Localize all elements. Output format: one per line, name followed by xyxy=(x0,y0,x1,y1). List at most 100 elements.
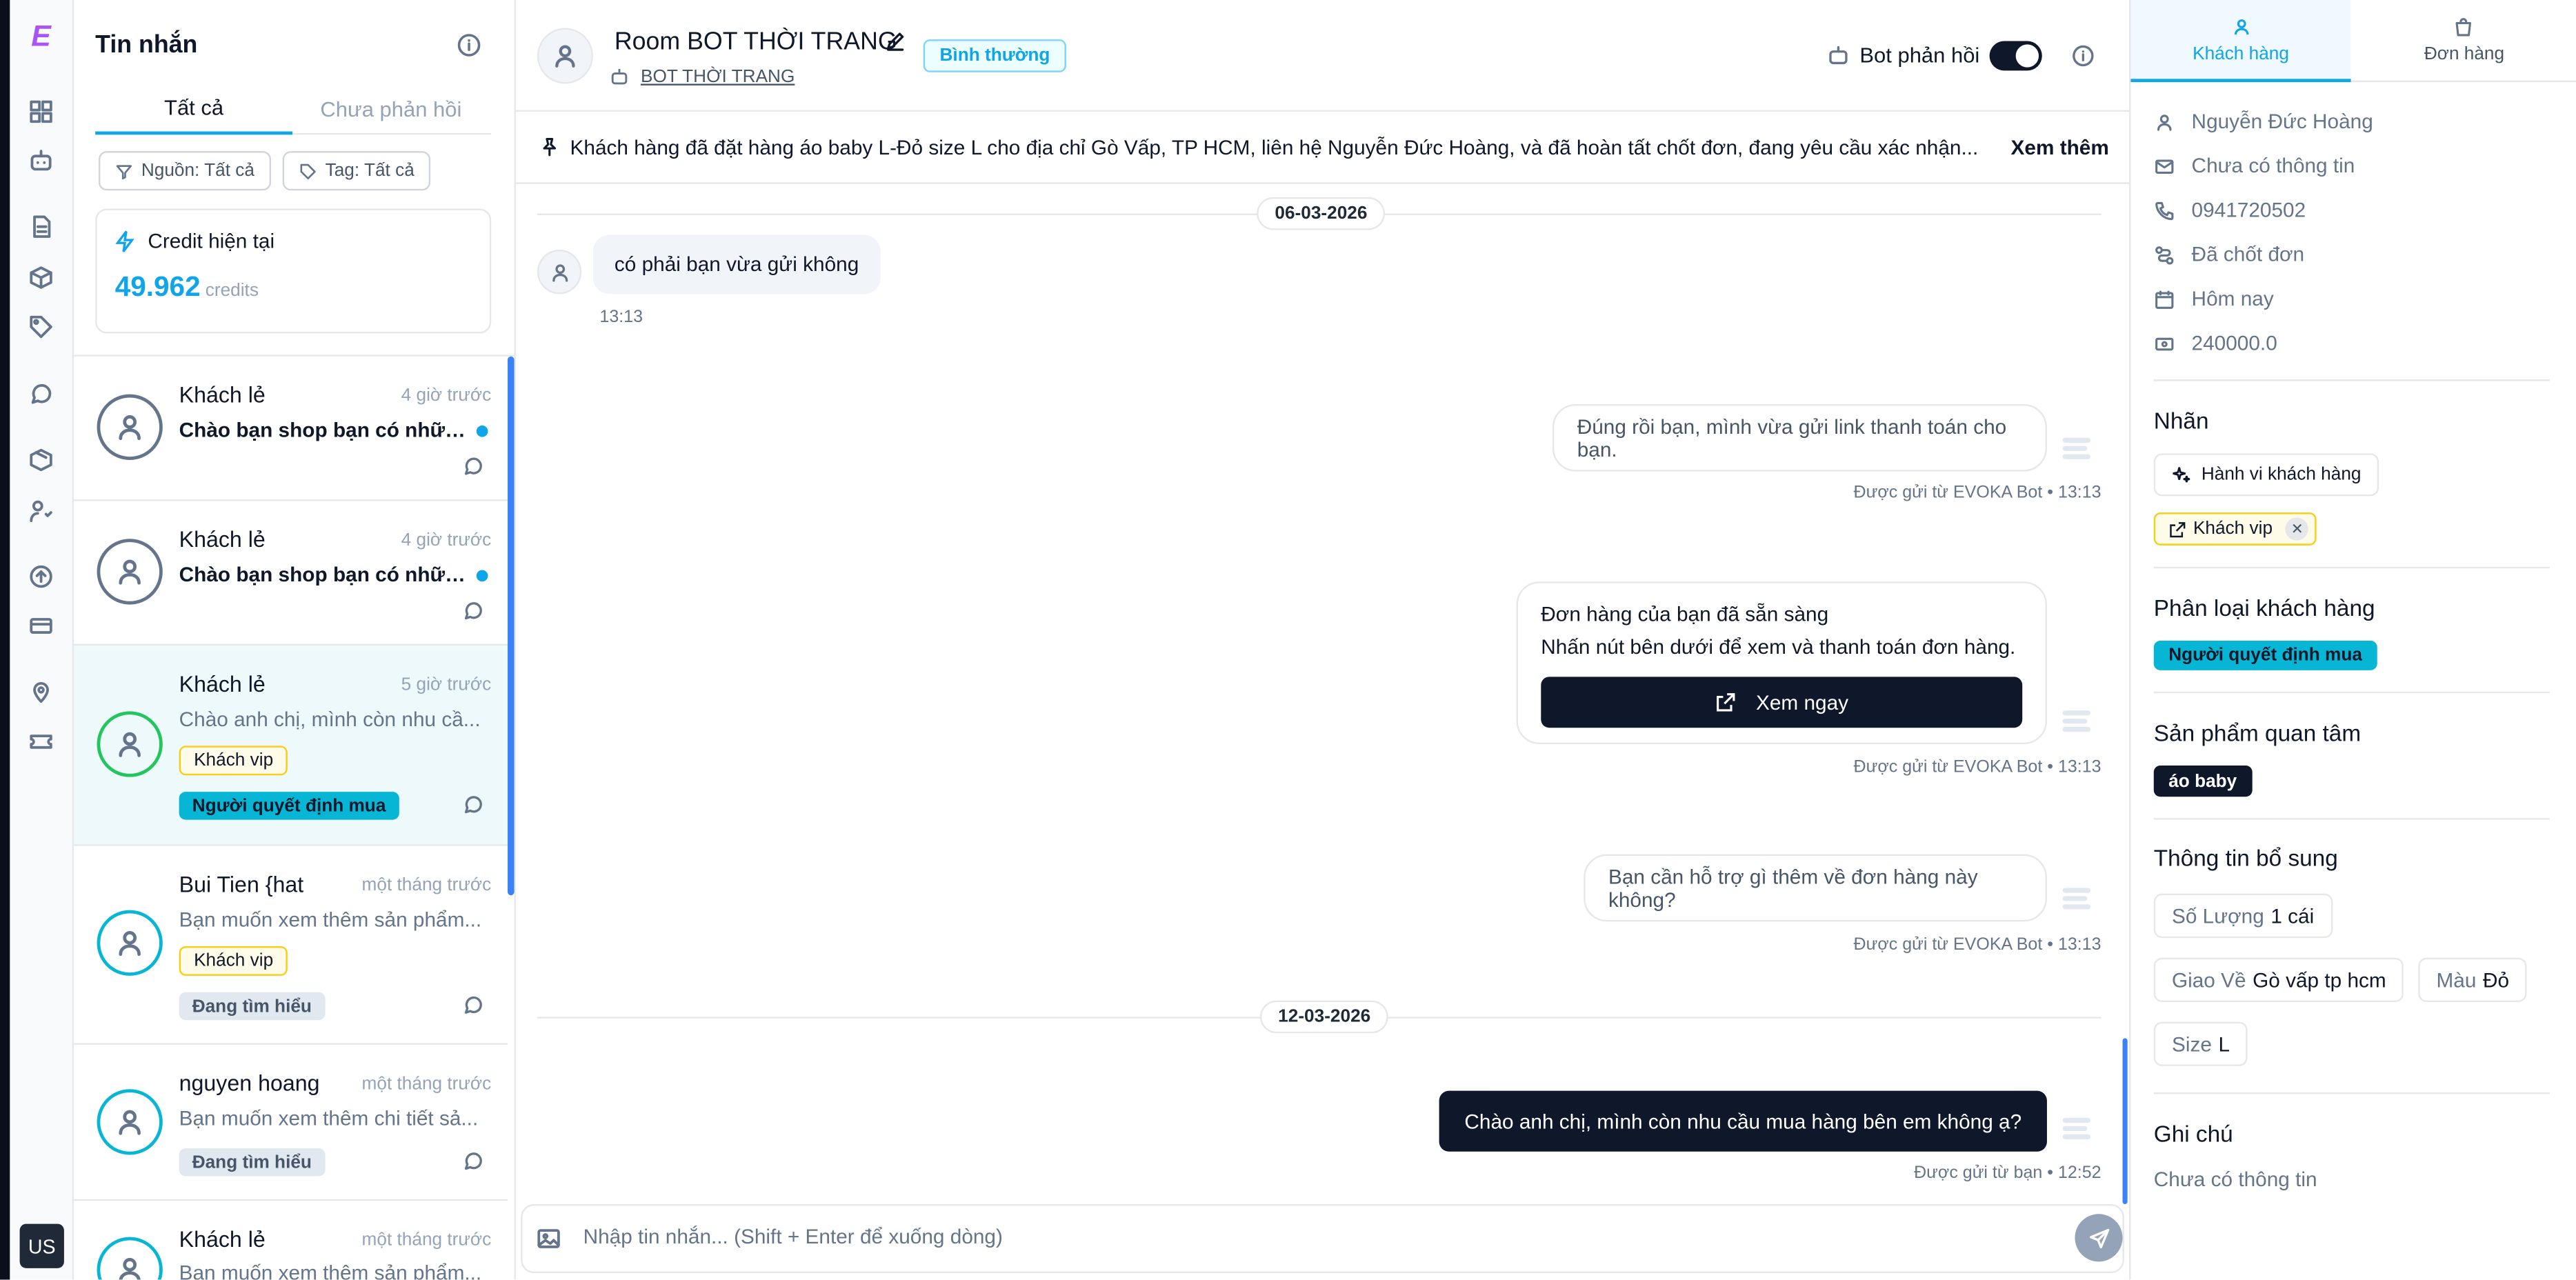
bot-icon[interactable] xyxy=(28,148,54,174)
phone-icon xyxy=(2155,201,2174,220)
conversation-preview: Bạn muốn xem thêm sản phẩm... xyxy=(179,1261,482,1280)
user-avatar[interactable]: US xyxy=(19,1223,64,1268)
user-icon xyxy=(2157,114,2172,130)
tab-customer[interactable]: Khách hàng xyxy=(2130,0,2351,83)
ticket-icon[interactable] xyxy=(28,728,54,754)
order-card-message: Đơn hàng của bạn đã sẵn sàng Nhấn nút bê… xyxy=(1516,581,2047,745)
card-icon[interactable] xyxy=(28,612,54,639)
room-title: Room BOT THỜI TRANG xyxy=(614,28,897,56)
inbox-title: Tin nhắn xyxy=(95,31,198,59)
conversation-item[interactable]: nguyen hoang một tháng trước Bạn muốn xe… xyxy=(74,1044,508,1201)
conversation-item[interactable]: Bui Tien {hat một tháng trước Bạn muốn x… xyxy=(74,846,508,1045)
conversation-time: một tháng trước xyxy=(361,1230,492,1250)
location-icon[interactable] xyxy=(28,679,54,705)
sender-avatar xyxy=(537,250,582,294)
header-divider xyxy=(515,110,2130,112)
pinned-divider xyxy=(515,182,2130,184)
image-icon[interactable] xyxy=(536,1226,562,1252)
conversation-time: một tháng trước xyxy=(361,1074,492,1094)
bot-reply-label: Bot phản hồi xyxy=(1859,42,1980,68)
external-link-icon[interactable] xyxy=(2168,520,2186,538)
conversation-name: Khách lẻ xyxy=(179,527,266,552)
message-meta: Được gửi từ EVOKA Bot • 13:13 xyxy=(1853,483,2101,503)
conversation-item[interactable]: Khách lẻ 4 giờ trước Chào bạn shop bạn c… xyxy=(74,356,508,501)
user-icon xyxy=(119,1258,141,1280)
filter-tag-button[interactable]: Tag: Tất cả xyxy=(282,151,431,191)
bot-name-link[interactable]: BOT THỜI TRANG xyxy=(641,68,795,88)
dashboard-icon[interactable] xyxy=(28,99,54,125)
conversation-panel: Tin nhắn Tất cả Chưa phản hồi Nguồn: Tất… xyxy=(74,0,516,1280)
conversation-item-active[interactable]: Khách lẻ 5 giờ trước Chào anh chị, mình … xyxy=(74,646,508,846)
credit-label: Credit hiện tại xyxy=(148,230,275,253)
conversation-item[interactable]: Khách lẻ một tháng trước Bạn muốn xem th… xyxy=(74,1201,508,1280)
package-icon[interactable] xyxy=(28,447,54,473)
conversation-time: 4 giờ trước xyxy=(401,530,492,550)
user-icon xyxy=(555,45,575,68)
tab-orders[interactable]: Đơn hàng xyxy=(2350,0,2576,83)
customer-date: Hôm nay xyxy=(2191,287,2274,311)
customer-amount: 240000.0 xyxy=(2191,332,2277,355)
user-icon xyxy=(119,415,141,441)
list-scrollbar[interactable] xyxy=(508,356,515,896)
behavior-button[interactable]: Hành vi khách hàng xyxy=(2153,453,2379,497)
remove-tag-icon[interactable]: ✕ xyxy=(2286,517,2309,541)
filter-source-button[interactable]: Nguồn: Tất cả xyxy=(98,151,271,191)
see-more-link[interactable]: Xem thêm xyxy=(2011,137,2109,159)
conversation-name: Khách lẻ xyxy=(179,672,266,697)
bot-logo-icon xyxy=(2062,710,2091,732)
send-button[interactable] xyxy=(2075,1214,2123,1262)
products-title: Sản phẩm quan tâm xyxy=(2153,719,2362,746)
extra-value: Gò vấp tp hcm xyxy=(2253,968,2386,992)
pinned-summary: Khách hàng đã đặt hàng áo baby L-Đỏ size… xyxy=(570,136,1979,160)
bot-reply-toggle[interactable] xyxy=(1989,41,2042,71)
extra-info-title: Thông tin bổ sung xyxy=(2153,844,2338,871)
info-icon[interactable] xyxy=(2072,44,2095,67)
conversation-preview: Bạn muốn xem thêm chi tiết sả... xyxy=(179,1107,479,1130)
conversation-preview: Bạn muốn xem thêm sản phẩm... xyxy=(179,908,482,932)
message-icon xyxy=(464,602,482,620)
chat-icon[interactable] xyxy=(28,381,54,408)
app-logo[interactable]: E xyxy=(23,20,59,56)
message-input-box[interactable]: Nhập tin nhắn... (Shift + Enter để xuống… xyxy=(521,1203,2124,1274)
message-meta: Được gửi từ bạn • 12:52 xyxy=(1914,1163,2101,1183)
tag-icon[interactable] xyxy=(28,314,54,340)
extra-info-chip: Giao Về Gò vấp tp hcm xyxy=(2153,957,2404,1003)
users-icon[interactable] xyxy=(28,498,54,524)
conversation-preview: Chào anh chị, mình còn nhu cầ... xyxy=(179,708,481,731)
section-divider xyxy=(2153,379,2550,381)
avatar xyxy=(97,1237,163,1280)
message-meta: Được gửi từ EVOKA Bot • 13:13 xyxy=(1853,757,2101,777)
conversation-item[interactable]: Khách lẻ 4 giờ trước Chào bạn shop bạn c… xyxy=(74,501,508,646)
tab-orders-label: Đơn hàng xyxy=(2424,44,2505,64)
pin-icon xyxy=(543,138,557,157)
user-icon xyxy=(552,263,568,281)
label-tag: Khách vip ✕ xyxy=(2153,512,2317,546)
tab-unreplied[interactable]: Chưa phản hồi xyxy=(292,97,490,122)
message-icon xyxy=(464,996,482,1014)
user-icon xyxy=(119,732,141,757)
conversation-name: Khách lẻ xyxy=(179,1227,266,1252)
conversation-time: một tháng trước xyxy=(361,875,492,896)
toggle-knob xyxy=(2015,44,2039,68)
tab-all[interactable]: Tất cả xyxy=(95,95,292,120)
box-icon[interactable] xyxy=(28,264,54,290)
info-icon[interactable] xyxy=(457,33,481,58)
extra-key: Màu xyxy=(2436,968,2477,992)
customer-name-row: Nguyễn Đức Hoàng xyxy=(2154,110,2373,133)
message-icon xyxy=(464,457,482,475)
message-time: 13:13 xyxy=(599,307,643,328)
upload-icon[interactable] xyxy=(28,563,54,590)
document-icon[interactable] xyxy=(28,214,54,240)
route-icon xyxy=(2155,246,2174,264)
unread-dot xyxy=(476,570,488,582)
bot-icon xyxy=(1829,46,1848,65)
view-now-button[interactable]: Xem ngay xyxy=(1541,677,2023,728)
notes-title: Ghi chú xyxy=(2153,1120,2233,1147)
filter-icon xyxy=(116,164,132,179)
labels-title: Nhãn xyxy=(2153,407,2209,434)
chat-scrollbar[interactable] xyxy=(2122,1038,2128,1204)
message-icon xyxy=(464,1152,482,1170)
unread-dot xyxy=(476,425,488,437)
message-icon xyxy=(464,796,482,814)
edit-icon[interactable] xyxy=(884,30,907,52)
